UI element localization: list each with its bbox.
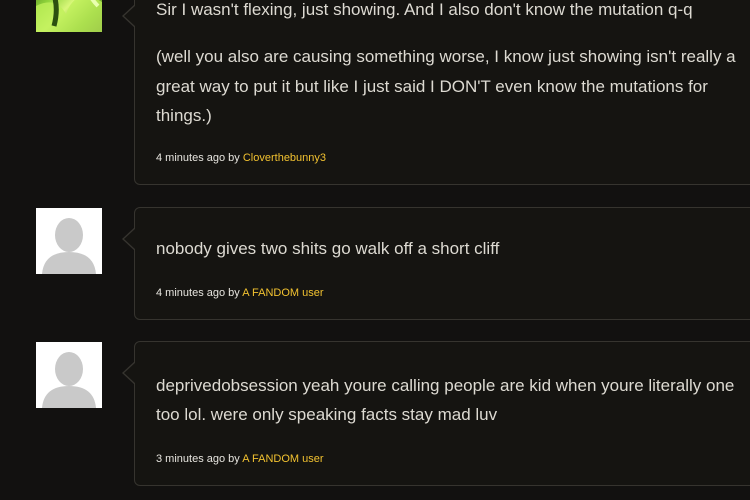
user-avatar[interactable] [36,342,102,408]
comment-thread: Sir I wasn't flexing, just showing. And … [0,0,750,500]
user-avatar-image [36,0,102,32]
comment-timestamp: 4 minutes ago [156,152,226,164]
default-avatar-icon [36,208,102,274]
comment-timestamp: 3 minutes ago [156,453,226,465]
comment-meta: 3 minutes ago by A FANDOM user [156,453,324,465]
comment-by-label: by [228,453,240,465]
comment-by-label: by [228,287,240,299]
comment-meta: 4 minutes ago by Cloverthebunny3 [156,152,326,164]
comment-meta: 4 minutes ago by A FANDOM user [156,287,324,299]
comment-text: things.) [156,106,212,125]
comment-bubble: Sir I wasn't flexing, just showing. And … [122,0,750,185]
comment-text: (well you also are causing something wor… [156,47,736,66]
comment-text: deprivedobsession yeah youre calling peo… [156,376,735,395]
comment-text: Sir I wasn't flexing, just showing. And … [156,0,693,19]
comment-text: great way to put it but like I just said… [156,77,708,96]
user-avatar[interactable] [36,0,102,32]
comment-text: nobody gives two shits go walk off a sho… [156,239,500,258]
comment-author-link[interactable]: Cloverthebunny3 [243,152,326,164]
comment-author-link[interactable]: A FANDOM user [242,287,323,299]
comment-by-label: by [228,152,240,164]
user-avatar[interactable] [36,208,102,274]
comment-timestamp: 4 minutes ago [156,287,226,299]
comment-bubble: deprivedobsession yeah youre calling peo… [122,341,750,486]
default-avatar-icon [36,342,102,408]
comment-bubble: nobody gives two shits go walk off a sho… [122,207,750,320]
comment-text: too lol. were only speaking facts stay m… [156,405,498,424]
comment-author-link[interactable]: A FANDOM user [242,453,323,465]
